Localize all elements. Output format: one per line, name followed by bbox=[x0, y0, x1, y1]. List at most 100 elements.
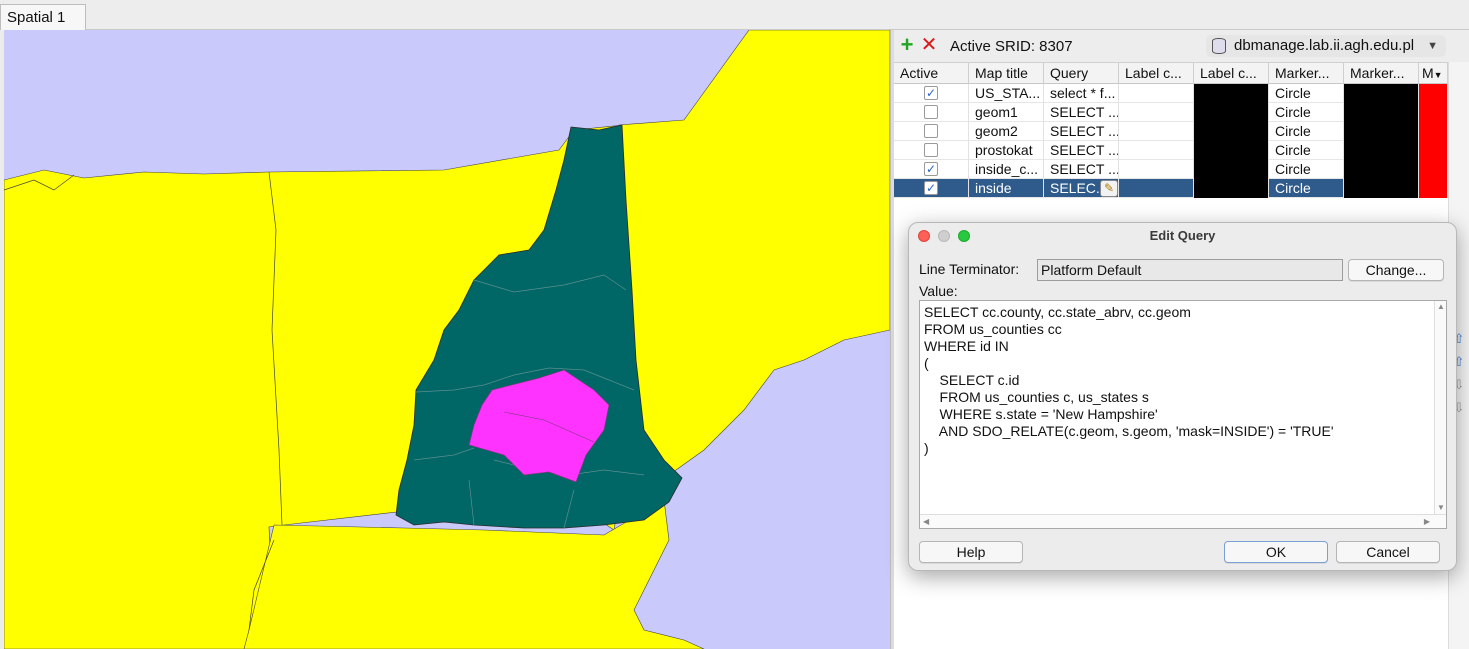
marker-shape-cell[interactable]: Circle bbox=[1269, 141, 1344, 160]
map-title-cell[interactable]: inside_c... bbox=[969, 160, 1044, 179]
col-marker-2[interactable]: Marker... bbox=[1344, 63, 1419, 84]
query-cell[interactable]: SELECT ... bbox=[1044, 122, 1119, 141]
query-text[interactable]: SELECT cc.county, cc.state_abrv, cc.geom… bbox=[924, 304, 1334, 457]
label-column-cell[interactable] bbox=[1119, 122, 1194, 141]
map-title-cell[interactable]: geom1 bbox=[969, 103, 1044, 122]
query-cell-text: SELECT ... bbox=[1050, 104, 1119, 120]
table-row[interactable]: geom2 SELECT ... Circle bbox=[894, 122, 1448, 141]
marker-shape-cell[interactable]: Circle bbox=[1269, 84, 1344, 103]
marker-fill-swatch[interactable] bbox=[1419, 141, 1448, 160]
map-title-cell[interactable]: prostokat bbox=[969, 141, 1044, 160]
query-cell[interactable]: SELECT ... bbox=[1044, 160, 1119, 179]
editor-hscroll[interactable]: ◀ ▶ bbox=[920, 514, 1446, 528]
table-header: Active Map title Query Label c... Label … bbox=[894, 62, 1448, 84]
marker-shape-cell[interactable]: Circle bbox=[1269, 160, 1344, 179]
layers-toolbar: + ✕ Active SRID: 8307 dbmanage.lab.ii.ag… bbox=[894, 30, 1469, 62]
scroll-right-icon[interactable]: ▶ bbox=[1424, 517, 1430, 527]
active-cell: ✓ bbox=[894, 179, 969, 198]
label-color-swatch[interactable] bbox=[1194, 122, 1269, 141]
label-column-cell[interactable] bbox=[1119, 84, 1194, 103]
query-cell[interactable]: SELECT ... bbox=[1044, 103, 1119, 122]
active-cell: ✓ bbox=[894, 84, 969, 103]
col-m-label: M bbox=[1422, 65, 1434, 81]
change-button[interactable]: Change... bbox=[1348, 259, 1444, 281]
line-terminator-label: Line Terminator: bbox=[919, 261, 1020, 277]
scroll-left-icon[interactable]: ◀ bbox=[923, 517, 929, 527]
col-label-1[interactable]: Label c... bbox=[1119, 63, 1194, 84]
marker-color-swatch[interactable] bbox=[1344, 160, 1419, 179]
scroll-down-icon[interactable]: ▼ bbox=[1437, 503, 1445, 513]
plus-icon[interactable]: + bbox=[898, 34, 916, 56]
query-cell[interactable]: SELEC... ✎ bbox=[1044, 179, 1119, 198]
label-column-cell[interactable] bbox=[1119, 160, 1194, 179]
marker-fill-swatch[interactable] bbox=[1419, 103, 1448, 122]
pencil-icon[interactable]: ✎ bbox=[1100, 180, 1118, 197]
label-column-cell[interactable] bbox=[1119, 179, 1194, 198]
query-editor[interactable]: SELECT cc.county, cc.state_abrv, cc.geom… bbox=[919, 300, 1447, 529]
table-row[interactable]: ✓ inside_c... SELECT ... Circle bbox=[894, 160, 1448, 179]
active-srid-label: Active SRID: 8307 bbox=[950, 38, 1073, 55]
layers-table: Active Map title Query Label c... Label … bbox=[894, 62, 1448, 198]
active-checkbox[interactable] bbox=[924, 124, 938, 138]
marker-color-swatch[interactable] bbox=[1344, 84, 1419, 103]
col-query[interactable]: Query bbox=[1044, 63, 1119, 84]
col-map-title[interactable]: Map title bbox=[969, 63, 1044, 84]
col-marker-1[interactable]: Marker... bbox=[1269, 63, 1344, 84]
ok-button[interactable]: OK bbox=[1224, 541, 1328, 563]
active-checkbox[interactable] bbox=[924, 105, 938, 119]
map-canvas[interactable] bbox=[4, 30, 890, 649]
col-m[interactable]: M▼ bbox=[1419, 63, 1448, 84]
marker-fill-swatch[interactable] bbox=[1419, 84, 1448, 103]
help-button[interactable]: Help bbox=[919, 541, 1023, 563]
database-icon bbox=[1212, 38, 1226, 54]
marker-color-swatch[interactable] bbox=[1344, 141, 1419, 160]
table-row[interactable]: ✓ US_STA... select * f... Circle bbox=[894, 84, 1448, 103]
col-label-2[interactable]: Label c... bbox=[1194, 63, 1269, 84]
marker-color-swatch[interactable] bbox=[1344, 103, 1419, 122]
editor-vscroll[interactable]: ▲ ▼ bbox=[1434, 301, 1446, 514]
marker-color-swatch[interactable] bbox=[1344, 122, 1419, 141]
active-checkbox[interactable] bbox=[924, 143, 938, 157]
query-cell[interactable]: SELECT ... bbox=[1044, 141, 1119, 160]
query-cell-text: SELECT ... bbox=[1050, 123, 1119, 139]
land-east bbox=[618, 30, 890, 476]
label-color-swatch[interactable] bbox=[1194, 84, 1269, 103]
label-color-swatch[interactable] bbox=[1194, 179, 1269, 198]
active-cell bbox=[894, 122, 969, 141]
map-title-cell[interactable]: geom2 bbox=[969, 122, 1044, 141]
active-cell: ✓ bbox=[894, 160, 969, 179]
active-checkbox[interactable]: ✓ bbox=[924, 86, 938, 100]
table-row[interactable]: ✓ inside SELEC... ✎ Circle bbox=[894, 179, 1448, 198]
marker-color-swatch[interactable] bbox=[1344, 179, 1419, 198]
table-row[interactable]: prostokat SELECT ... Circle bbox=[894, 141, 1448, 160]
marker-fill-swatch[interactable] bbox=[1419, 160, 1448, 179]
marker-fill-swatch[interactable] bbox=[1419, 179, 1448, 198]
col-active[interactable]: Active bbox=[894, 63, 969, 84]
active-checkbox[interactable]: ✓ bbox=[924, 162, 938, 176]
map-title-cell[interactable]: inside bbox=[969, 179, 1044, 198]
table-row[interactable]: geom1 SELECT ... Circle bbox=[894, 103, 1448, 122]
query-cell-text: select * f... bbox=[1050, 85, 1116, 101]
label-color-swatch[interactable] bbox=[1194, 103, 1269, 122]
label-column-cell[interactable] bbox=[1119, 103, 1194, 122]
cancel-button[interactable]: Cancel bbox=[1336, 541, 1440, 563]
scroll-up-icon[interactable]: ▲ bbox=[1437, 302, 1445, 312]
sort-caret-icon: ▼ bbox=[1433, 70, 1443, 80]
chevron-down-icon: ▼ bbox=[1427, 40, 1438, 52]
table-body: ✓ US_STA... select * f... Circle geom1 SELECT… bbox=[894, 84, 1448, 198]
tab-spatial-1[interactable]: Spatial 1 bbox=[0, 4, 86, 30]
connection-dropdown[interactable]: dbmanage.lab.ii.agh.edu.pl ▼ bbox=[1206, 35, 1446, 57]
query-cell[interactable]: select * f... bbox=[1044, 84, 1119, 103]
marker-fill-swatch[interactable] bbox=[1419, 122, 1448, 141]
map-title-cell[interactable]: US_STA... bbox=[969, 84, 1044, 103]
active-checkbox[interactable]: ✓ bbox=[924, 181, 938, 195]
marker-shape-cell[interactable]: Circle bbox=[1269, 122, 1344, 141]
label-color-swatch[interactable] bbox=[1194, 141, 1269, 160]
label-color-swatch[interactable] bbox=[1194, 160, 1269, 179]
x-icon[interactable]: ✕ bbox=[920, 35, 938, 55]
marker-shape-cell[interactable]: Circle bbox=[1269, 103, 1344, 122]
label-column-cell[interactable] bbox=[1119, 141, 1194, 160]
marker-shape-cell[interactable]: Circle bbox=[1269, 179, 1344, 198]
value-label: Value: bbox=[919, 283, 958, 299]
active-cell bbox=[894, 141, 969, 160]
